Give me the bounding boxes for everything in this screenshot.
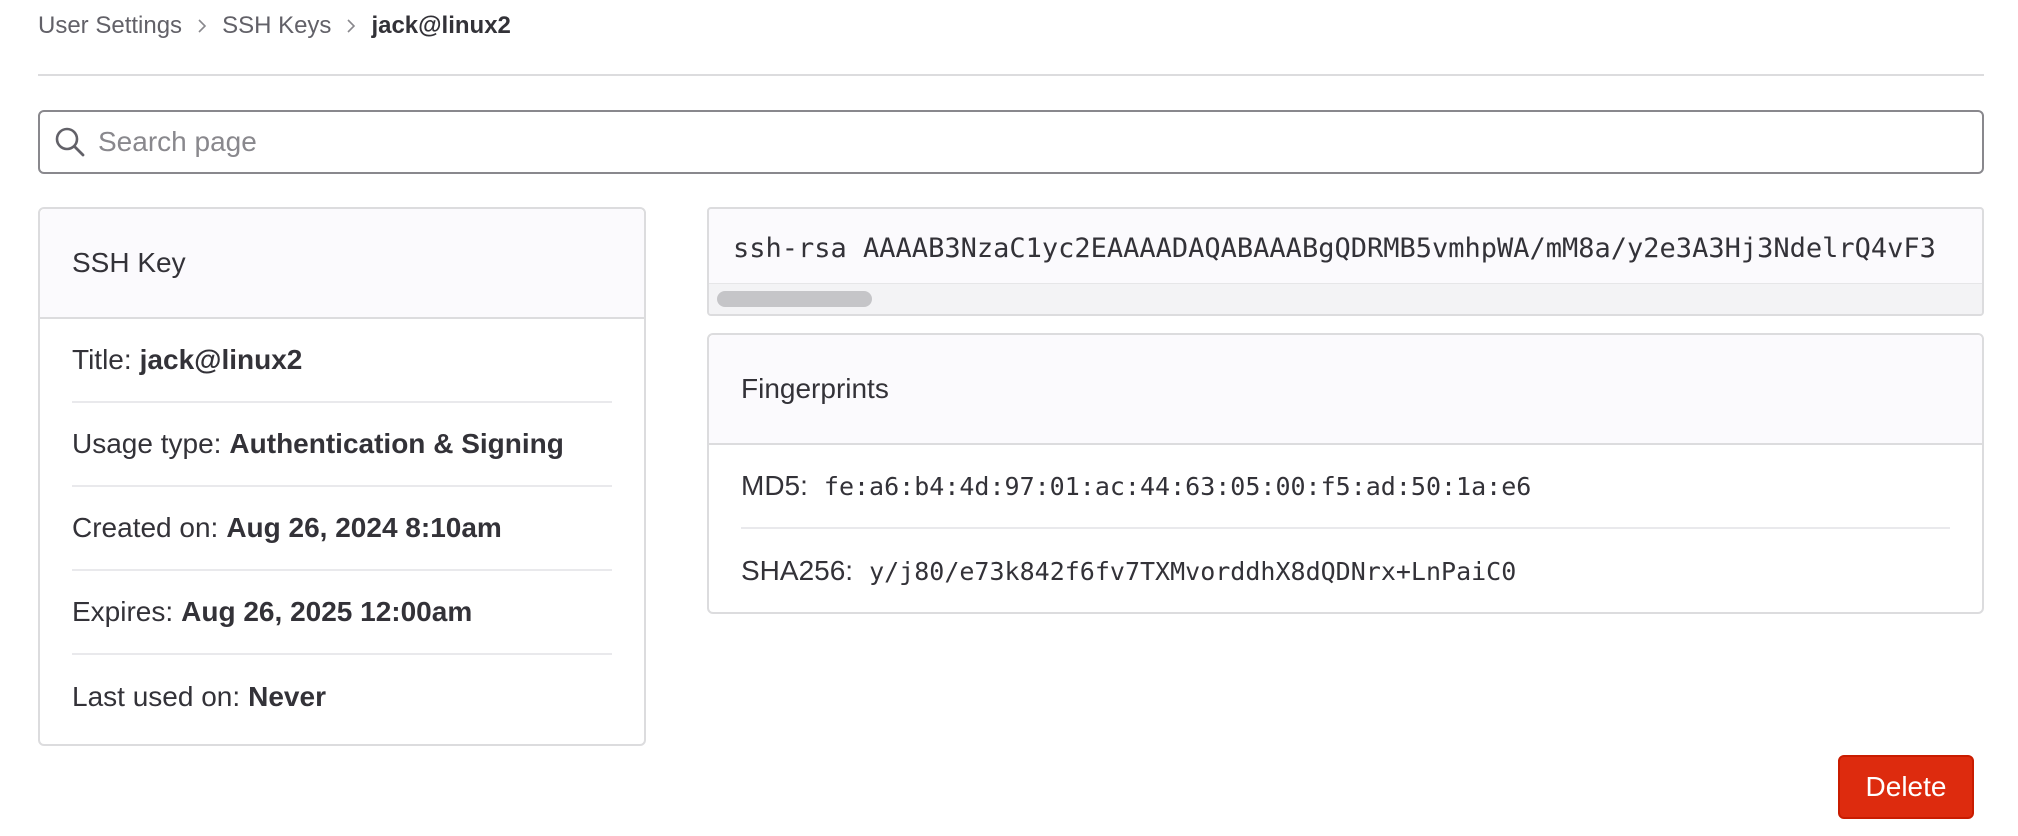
- ssh-key-details: Title: jack@linux2 Usage type: Authentic…: [40, 319, 644, 739]
- detail-usage-type: Usage type: Authentication & Signing: [72, 403, 612, 487]
- fingerprint-md5: MD5: fe:a6:b4:4d:97:01:ac:44:63:05:00:f5…: [741, 445, 1950, 529]
- horizontal-scrollbar[interactable]: [709, 283, 1982, 314]
- detail-value: Never: [248, 681, 326, 712]
- breadcrumb-current: jack@linux2: [371, 12, 511, 39]
- detail-expires: Expires: Aug 26, 2025 12:00am: [72, 571, 612, 655]
- fingerprint-label: MD5:: [741, 470, 808, 501]
- detail-label: Usage type:: [72, 428, 222, 459]
- fingerprint-label: SHA256:: [741, 555, 854, 586]
- search-box[interactable]: [38, 110, 1984, 174]
- detail-value: jack@linux2: [139, 344, 303, 375]
- search-input[interactable]: [96, 125, 1982, 159]
- search-icon: [54, 126, 86, 158]
- breadcrumb-user-settings[interactable]: User Settings: [38, 12, 182, 40]
- ssh-key-card: SSH Key Title: jack@linux2 Usage type: A…: [38, 207, 646, 746]
- detail-label: Expires:: [72, 596, 174, 627]
- detail-value: Aug 26, 2025 12:00am: [181, 596, 473, 627]
- chevron-right-icon: [331, 18, 371, 34]
- ssh-key-text: ssh-rsa AAAAB3NzaC1yc2EAAAADAQABAAABgQDR…: [733, 233, 1936, 264]
- breadcrumb: User Settings SSH Keys jack@linux2: [38, 0, 1984, 52]
- detail-label: Title:: [72, 344, 132, 375]
- fingerprint-value: fe:a6:b4:4d:97:01:ac:44:63:05:00:f5:ad:5…: [823, 471, 1532, 501]
- scrollbar-thumb[interactable]: [717, 291, 872, 307]
- header-divider: [38, 74, 1984, 76]
- ssh-key-card-header: SSH Key: [40, 209, 644, 319]
- detail-title: Title: jack@linux2: [72, 319, 612, 403]
- delete-button[interactable]: Delete: [1838, 755, 1974, 819]
- fingerprints-card: Fingerprints MD5: fe:a6:b4:4d:97:01:ac:4…: [707, 333, 1984, 614]
- detail-created-on: Created on: Aug 26, 2024 8:10am: [72, 487, 612, 571]
- ssh-key-code-block[interactable]: ssh-rsa AAAAB3NzaC1yc2EAAAADAQABAAABgQDR…: [707, 207, 1984, 316]
- detail-value: Authentication & Signing: [229, 428, 564, 459]
- detail-label: Created on:: [72, 512, 219, 543]
- detail-label: Last used on:: [72, 681, 241, 712]
- detail-last-used: Last used on: Never: [72, 655, 612, 739]
- page: User Settings SSH Keys jack@linux2 SSH K…: [38, 0, 1984, 746]
- breadcrumb-ssh-keys[interactable]: SSH Keys: [222, 12, 331, 40]
- fingerprints-card-header: Fingerprints: [709, 335, 1982, 445]
- fingerprint-sha256: SHA256: y/j80/e73k842f6fv7TXMvorddhX8dQD…: [741, 529, 1950, 613]
- fingerprint-value: y/j80/e73k842f6fv7TXMvorddhX8dQDNrx+LnPa…: [869, 556, 1517, 586]
- detail-value: Aug 26, 2024 8:10am: [226, 512, 502, 543]
- chevron-right-icon: [182, 18, 222, 34]
- fingerprints-list: MD5: fe:a6:b4:4d:97:01:ac:44:63:05:00:f5…: [709, 445, 1982, 613]
